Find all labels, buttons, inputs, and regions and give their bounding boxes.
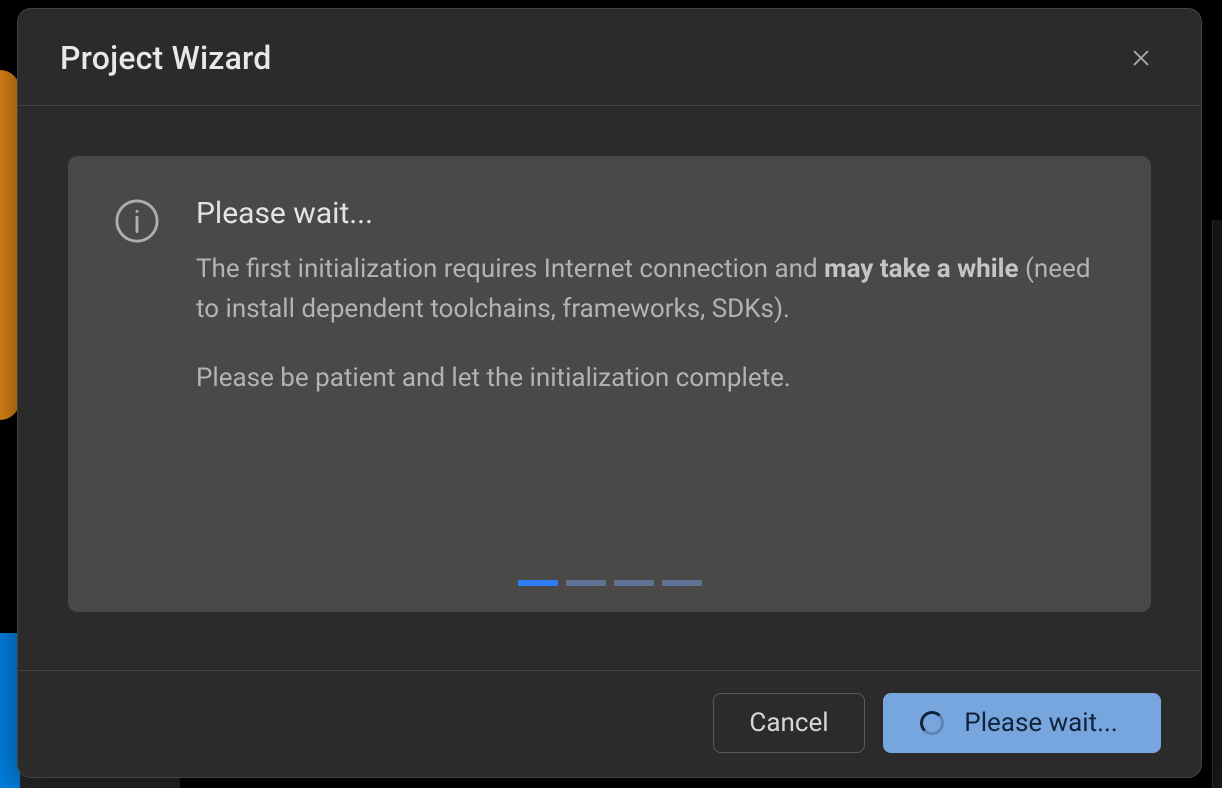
close-button[interactable] [1123,40,1159,76]
background-decor [1212,220,1222,788]
modal-title: Project Wizard [60,39,272,77]
close-icon [1130,47,1152,69]
info-text-strong: may take a while [824,254,1018,284]
cancel-button-label: Cancel [749,708,828,738]
info-heading: Please wait... [196,196,1105,231]
info-paragraph-1: The first initialization requires Intern… [196,249,1105,330]
modal-body: Please wait... The first initialization … [18,106,1201,670]
primary-button-label: Please wait... [964,708,1117,738]
modal-footer: Cancel Please wait... [18,670,1201,777]
spinner-icon [920,711,944,735]
info-paragraph-2: Please be patient and let the initializa… [196,358,1105,398]
info-panel: Please wait... The first initialization … [68,156,1151,612]
step-dot-1 [518,580,558,586]
modal-header: Project Wizard [18,9,1201,106]
step-dot-4 [662,580,702,586]
primary-button[interactable]: Please wait... [883,693,1161,753]
info-text-pre: The first initialization requires Intern… [196,254,824,284]
cancel-button[interactable]: Cancel [713,693,865,753]
info-icon [114,198,160,426]
step-dot-2 [566,580,606,586]
step-indicator [518,580,702,586]
step-dot-3 [614,580,654,586]
project-wizard-modal: Project Wizard Please wait... [17,8,1202,778]
